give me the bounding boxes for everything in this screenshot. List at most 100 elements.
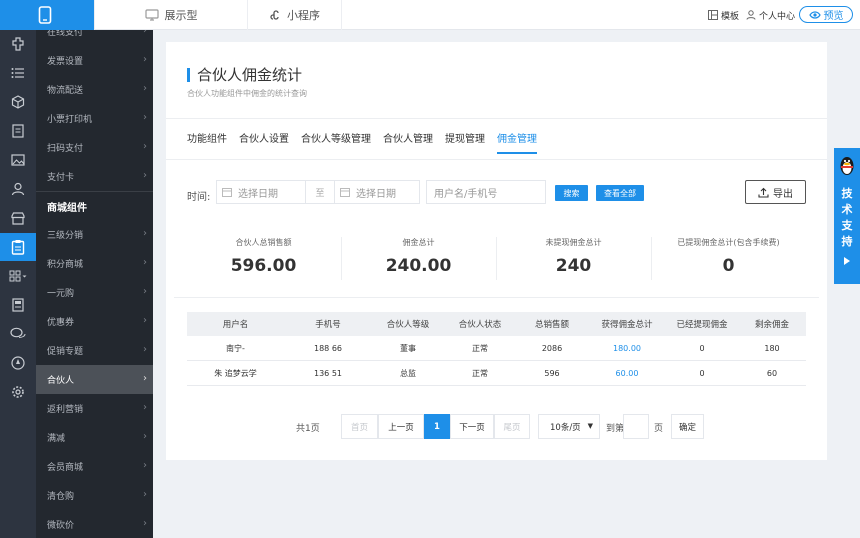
template-label: 模板 <box>721 11 740 22</box>
tech-support-tab[interactable]: 技术支持 <box>834 148 860 284</box>
sidebar-item-distribution[interactable]: 三级分销 › <box>36 220 153 249</box>
sidebar-group-label: 商城组件 <box>47 203 87 214</box>
sidebar-item-printer[interactable]: 小票打印机 › <box>36 104 153 133</box>
column-header: 剩余佣金 <box>754 320 789 330</box>
user-center-link[interactable]: 个人中心 <box>746 0 795 30</box>
goto-page-input[interactable] <box>623 414 649 439</box>
tab-withdraw-management[interactable]: 提现管理 <box>445 134 485 154</box>
page-number-button[interactable]: 1 <box>424 414 450 439</box>
cell-total-sales: 2086 <box>541 343 563 353</box>
preview-button[interactable]: 预览 <box>799 6 853 23</box>
rail-gear[interactable] <box>0 378 36 406</box>
column-header: 获得佣金总计 <box>601 320 653 330</box>
next-page-button[interactable]: 下一页 <box>450 414 494 439</box>
rail-cube[interactable] <box>0 88 36 116</box>
table-row: 朱 追梦云学 136 51 总监 正常 596 60.00 0 60 <box>187 361 806 386</box>
cell-username: 南宁- <box>226 343 245 353</box>
rail-document[interactable] <box>0 117 36 145</box>
search-input[interactable]: 用户名/手机号 <box>426 180 546 204</box>
sidebar-item-clearance[interactable]: 清仓购 › <box>36 481 153 510</box>
tab-display-type-label: 展示型 <box>164 9 198 22</box>
rail-image[interactable] <box>0 146 36 174</box>
pagination-total: 共1页 <box>296 424 320 434</box>
sidebar-item-label: 扫码支付 <box>47 144 84 154</box>
chevron-right-icon: › <box>143 141 147 152</box>
cell-commission-link[interactable]: 60.00 <box>588 369 666 378</box>
cell-commission-link[interactable]: 180.00 <box>588 344 666 353</box>
rail-puzzle[interactable] <box>0 30 36 58</box>
rail-grid[interactable] <box>0 262 36 290</box>
sidebar-item-online-pay[interactable]: 在线支付 › <box>36 30 153 46</box>
sidebar-item-logistics[interactable]: 物流配送 › <box>36 75 153 104</box>
cell-remaining: 60 <box>766 368 778 378</box>
stat-value: 240.00 <box>385 256 452 276</box>
last-page-button[interactable]: 尾页 <box>494 414 530 439</box>
mobile-logo-tile[interactable] <box>0 0 94 30</box>
tab-components[interactable]: 功能组件 <box>187 134 227 154</box>
rail-clipboard[interactable] <box>0 233 36 261</box>
rail-list[interactable] <box>0 59 36 87</box>
tabs-divider <box>166 159 827 160</box>
sidebar-item-label: 合伙人 <box>47 376 75 386</box>
page-size-select[interactable]: 10条/页 ▼ <box>538 414 600 439</box>
chevron-right-icon: › <box>143 402 147 413</box>
sidebar-item-promotion[interactable]: 促销专题 › <box>36 336 153 365</box>
sidebar-item-scan-pay[interactable]: 扫码支付 › <box>36 133 153 162</box>
stats-divider <box>174 297 819 298</box>
template-link[interactable]: 模板 <box>708 0 739 30</box>
user-center-label: 个人中心 <box>759 11 796 22</box>
chevron-right-icon: › <box>143 344 147 355</box>
header-divider <box>166 118 827 119</box>
cell-level: 总监 <box>400 368 416 378</box>
cell-phone: 188 66 <box>314 343 342 353</box>
column-header: 已经提现佣金 <box>676 320 728 330</box>
view-all-button[interactable]: 查看全部 <box>596 185 644 201</box>
stat-unwithdrawn: 未提现佣金总计 240 <box>496 237 651 276</box>
stat-label: 合伙人总销售额 <box>235 238 292 247</box>
chevron-right-icon: › <box>143 373 147 384</box>
tab-mini-program[interactable]: 小程序 <box>248 0 342 30</box>
sidebar-item-one-yuan[interactable]: 一元购 › <box>36 278 153 307</box>
sidebar-item-pay-card[interactable]: 支付卡 › <box>36 162 153 191</box>
tab-partner-settings[interactable]: 合伙人设置 <box>239 134 289 154</box>
rail-report[interactable] <box>0 291 36 319</box>
prev-page-button[interactable]: 上一页 <box>378 414 424 439</box>
rail-shop[interactable] <box>0 204 36 232</box>
tab-commission-management[interactable]: 佣金管理 <box>497 134 537 154</box>
first-page-button[interactable]: 首页 <box>341 414 378 439</box>
sidebar-item-label: 微砍价 <box>47 521 75 531</box>
cell-remaining: 180 <box>764 343 780 353</box>
document-icon <box>12 124 24 138</box>
tab-partner-management[interactable]: 合伙人管理 <box>383 134 433 154</box>
title-accent-bar <box>187 68 190 82</box>
search-button[interactable]: 搜索 <box>555 185 588 201</box>
sidebar-item-member-mall[interactable]: 会员商城 › <box>36 452 153 481</box>
rail-user[interactable] <box>0 175 36 203</box>
sidebar-item-label: 满减 <box>47 434 66 444</box>
stat-value: 596.00 <box>230 256 297 276</box>
end-date-field[interactable]: 选择日期 <box>334 180 420 204</box>
tab-level-management[interactable]: 合伙人等级管理 <box>301 134 371 154</box>
stat-label: 已提现佣金总计(包含手续费) <box>677 238 780 247</box>
export-button[interactable]: 导出 <box>745 180 806 204</box>
chevron-right-icon: › <box>143 518 147 529</box>
sidebar-item-full-reduction[interactable]: 满减 › <box>36 423 153 452</box>
rail-compass[interactable] <box>0 349 36 377</box>
sidebar-item-invoice[interactable]: 发票设置 › <box>36 46 153 75</box>
sidebar-item-label: 清仓购 <box>47 492 75 502</box>
eye-icon <box>808 10 821 19</box>
sidebar-item-points-mall[interactable]: 积分商城 › <box>36 249 153 278</box>
sidebar-item-partner[interactable]: 合伙人 › <box>36 365 153 394</box>
sidebar-item-bargain[interactable]: 微砍价 › <box>36 510 153 538</box>
icon-rail <box>0 30 36 538</box>
sidebar-item-coupons[interactable]: 优惠券 › <box>36 307 153 336</box>
rail-chat[interactable] <box>0 320 36 348</box>
chevron-right-icon: › <box>143 431 147 442</box>
goto-confirm-button[interactable]: 确定 <box>671 414 704 439</box>
chevron-right-icon: › <box>143 489 147 500</box>
sidebar-item-rebate[interactable]: 返利营销 › <box>36 394 153 423</box>
tab-display-type[interactable]: 展示型 <box>94 0 248 30</box>
start-date-field[interactable]: 选择日期 <box>216 180 306 204</box>
sidebar-item-label: 优惠券 <box>47 318 75 328</box>
template-icon <box>708 10 718 20</box>
